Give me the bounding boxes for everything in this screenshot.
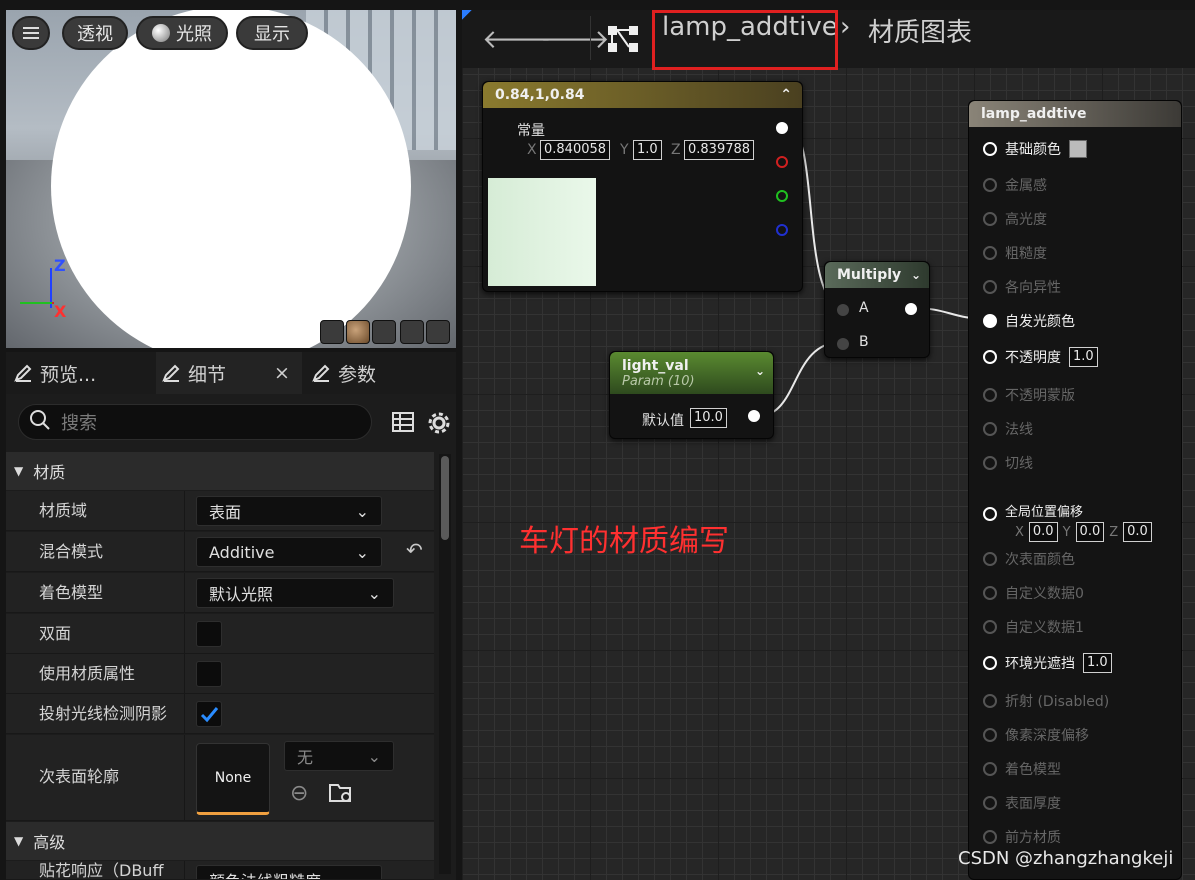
pin-opacity[interactable]: 不透明度 1.0 (983, 347, 1098, 367)
const-z-field[interactable]: 0.839788 (684, 140, 755, 160)
watermark: CSDN @zhangzhangkeji (958, 848, 1174, 869)
node-header: lamp_addtive (969, 101, 1181, 127)
const-x-field[interactable]: 0.840058 (540, 140, 611, 160)
pin-opacity-mask[interactable]: 不透明蒙版 (983, 385, 1075, 405)
constant-color-swatch (488, 178, 596, 286)
output-pin-b[interactable] (776, 224, 788, 236)
output-pin-multiply[interactable] (905, 303, 917, 315)
node-header: light_val Param (10) ⌄ (610, 352, 773, 394)
pin-roughness[interactable]: 粗糙度 (983, 243, 1047, 263)
pin-specular[interactable]: 高光度 (983, 209, 1047, 229)
pin-shading-model[interactable]: 着色模型 (983, 759, 1061, 779)
pin-world-position-offset[interactable]: 全局位置偏移 X 0.0 Y 0.0 Z 0.0 (983, 501, 1152, 542)
output-pin-g[interactable] (776, 190, 788, 202)
chevron-down-icon[interactable]: ⌄ (911, 268, 921, 282)
pin-base-color[interactable]: 基础颜色 (983, 139, 1087, 159)
annotation-text: 车灯的材质编写 (519, 524, 729, 559)
pin-normal[interactable]: 法线 (983, 419, 1033, 439)
material-result-node[interactable]: lamp_addtive 基础颜色 金属感 高光度 粗糙度 各向异性 自发光颜色… (968, 100, 1182, 880)
pin-anisotropy[interactable]: 各向异性 (983, 277, 1061, 297)
node-header: 0.84,1,0.84 ⌃ (483, 82, 802, 108)
pin-subsurface-color[interactable]: 次表面颜色 (983, 549, 1075, 569)
pin-pixel-depth-offset[interactable]: 像素深度偏移 (983, 725, 1089, 745)
input-pin-a[interactable] (837, 304, 849, 316)
pin-tangent[interactable]: 切线 (983, 453, 1033, 473)
constant3vector-node[interactable]: 0.84,1,0.84 ⌃ 常量 X 0.840058 Y 1.0 Z 0.839… (482, 81, 803, 292)
output-pin-rgb[interactable] (776, 122, 788, 134)
multiply-node[interactable]: Multiply ⌄ A B (824, 261, 930, 358)
scalar-parameter-node[interactable]: light_val Param (10) ⌄ 默认值 10.0 (609, 351, 774, 439)
pin-metallic[interactable]: 金属感 (983, 175, 1047, 195)
pin-custom-data1[interactable]: 自定义数据1 (983, 617, 1084, 637)
pin-custom-data0[interactable]: 自定义数据0 (983, 583, 1084, 603)
param-default-field[interactable]: 10.0 (690, 408, 727, 428)
pin-front-material[interactable]: 前方材质 (983, 827, 1061, 847)
chevron-down-icon[interactable]: ⌄ (755, 364, 765, 378)
const-y-field[interactable]: 1.0 (633, 140, 662, 160)
pin-surface-thickness[interactable]: 表面厚度 (983, 793, 1061, 813)
output-pin-r[interactable] (776, 156, 788, 168)
collapse-icon[interactable]: ⌃ (780, 87, 792, 103)
output-pin-param[interactable] (748, 410, 760, 422)
pin-refraction[interactable]: 折射 (Disabled) (983, 691, 1109, 711)
pin-emissive[interactable]: 自发光颜色 (983, 311, 1075, 331)
input-pin-b[interactable] (837, 338, 849, 350)
pin-ambient-occlusion[interactable]: 环境光遮挡 1.0 (983, 653, 1112, 673)
node-header: Multiply ⌄ (825, 262, 929, 288)
